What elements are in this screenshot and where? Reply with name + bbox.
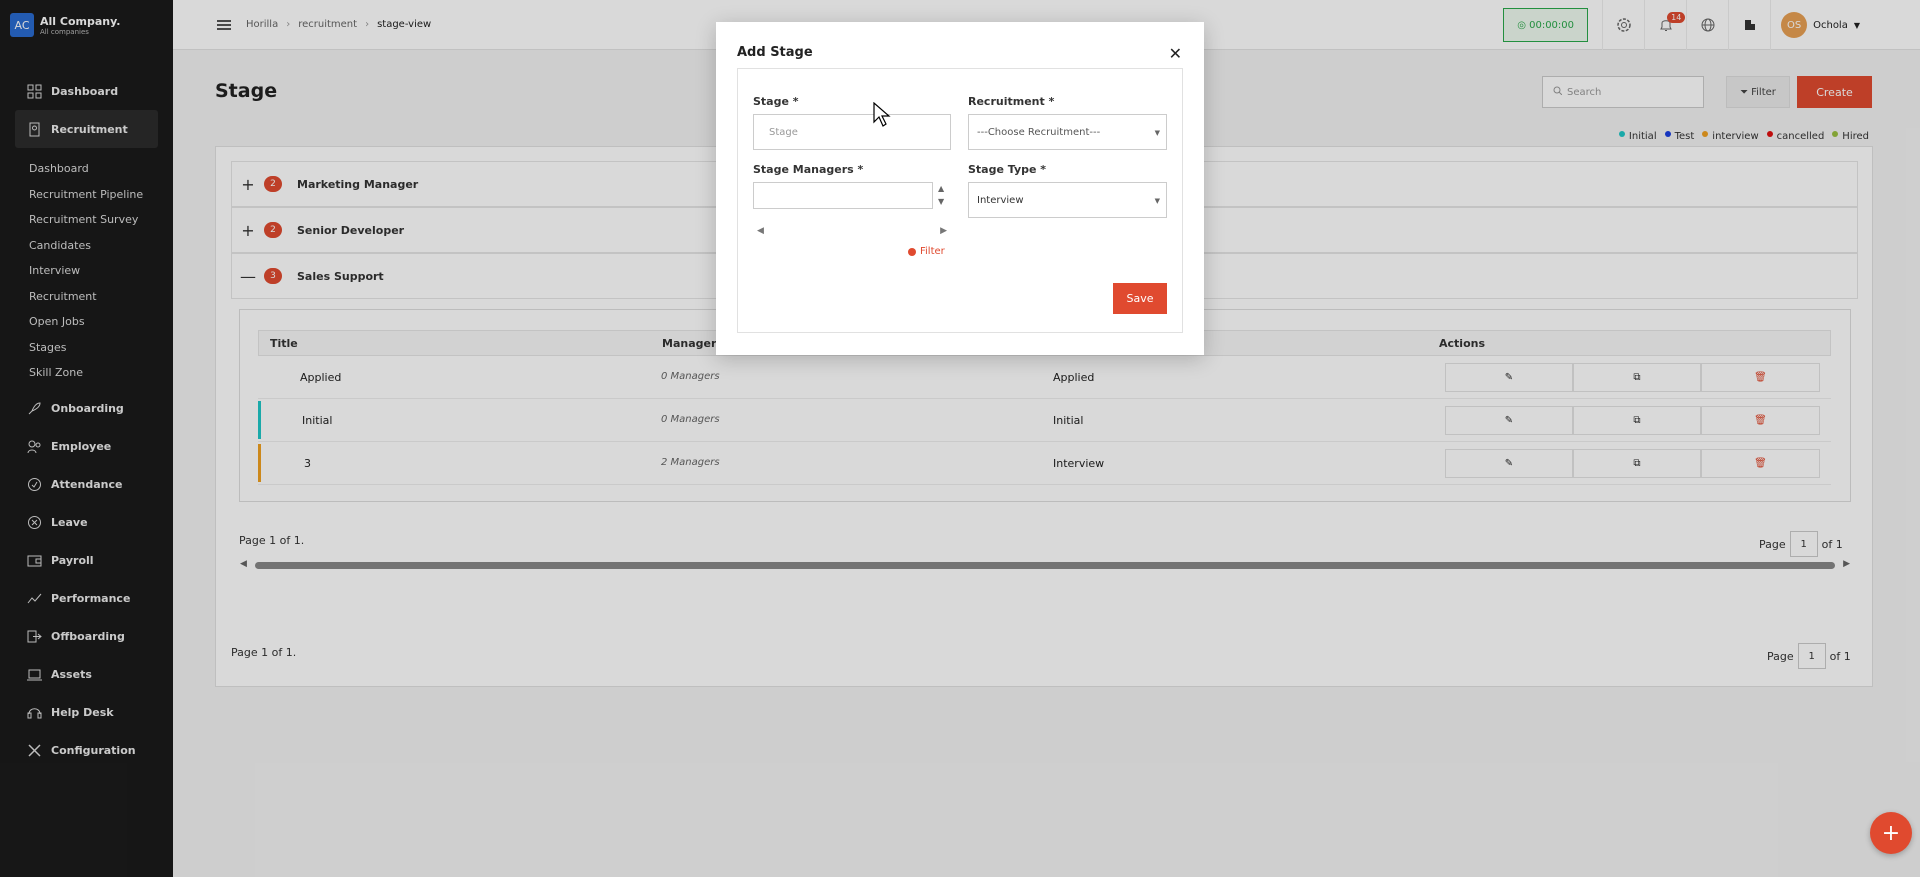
stage-type-value: Interview [977,194,1024,206]
stage-type-select[interactable]: Interview ▼ [968,182,1167,218]
scroll-right-icon[interactable]: ▶ [940,226,947,236]
plus-icon: + [1881,820,1901,846]
filter-link-label: Filter [920,246,945,257]
close-icon[interactable]: ✕ [1169,44,1182,63]
spinner-down-icon[interactable]: ▼ [938,195,944,208]
filter-dot-icon [908,247,916,256]
scroll-left-icon[interactable]: ◀ [757,226,764,236]
spinner-up-icon[interactable]: ▲ [938,182,944,195]
recruitment-select[interactable]: ---Choose Recruitment--- ▼ [968,114,1167,150]
mouse-cursor-icon [873,101,891,131]
stage-type-label: Stage Type * [968,163,1047,176]
stage-input[interactable]: Stage [753,114,951,150]
add-stage-modal: Add Stage ✕ Stage * Stage Recruitment * … [716,22,1204,355]
stage-managers-select[interactable] [753,182,933,209]
recruitment-label: Recruitment * [968,95,1055,108]
chevron-down-icon: ▼ [1154,129,1160,137]
stage-managers-label: Stage Managers * [753,163,864,176]
save-button[interactable]: Save [1113,283,1167,314]
modal-title: Add Stage [737,45,813,60]
managers-spinner[interactable]: ▲ ▼ [938,182,944,208]
floating-add-button[interactable]: + [1870,812,1912,854]
managers-scrollbar[interactable]: ◀ ▶ [753,226,951,238]
stage-placeholder: Stage [769,126,798,138]
recruitment-value: ---Choose Recruitment--- [977,126,1101,138]
add-stage-form: Stage * Stage Recruitment * ---Choose Re… [737,68,1183,333]
chevron-down-icon: ▼ [1154,197,1160,205]
managers-filter-link[interactable]: Filter [908,246,945,257]
stage-label: Stage * [753,95,799,108]
